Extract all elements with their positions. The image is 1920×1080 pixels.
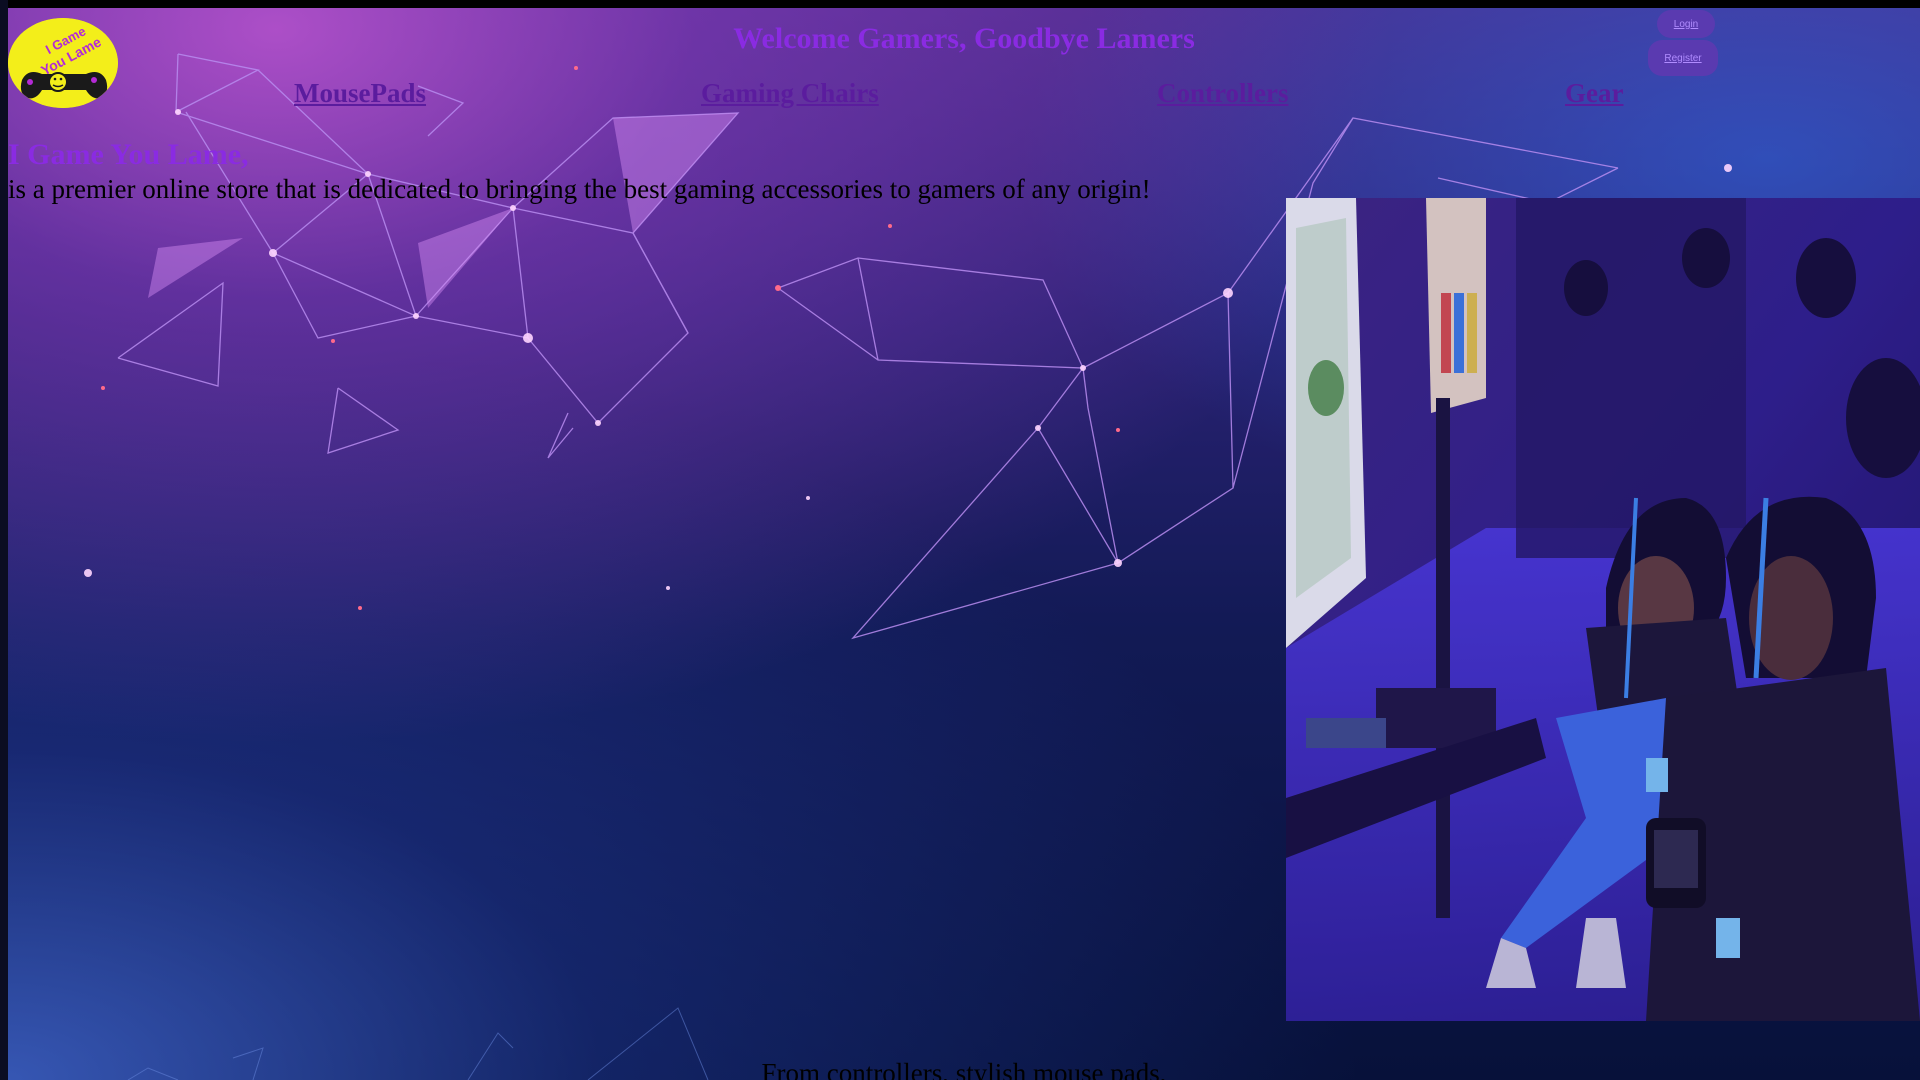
window-left-edge	[0, 0, 8, 1080]
intro-heading: I Game You Lame,	[8, 138, 249, 171]
nav-link-gaming-chairs[interactable]: Gaming Chairs	[701, 78, 879, 109]
register-button[interactable]: Register	[1648, 40, 1718, 76]
login-button[interactable]: Login	[1657, 10, 1715, 38]
gamers-photo	[1286, 198, 1920, 1021]
intro-paragraph: is a premier online store that is dedica…	[8, 174, 1151, 204]
page-title: Welcome Gamers, Goodbye Lamers	[733, 22, 1195, 55]
page-background: I Game You Lame Welcome Gamers, Goodbye …	[8, 8, 1920, 1080]
window-top-edge	[0, 0, 1920, 8]
bottom-paragraph: From controllers, stylish mouse pads,	[761, 1058, 1167, 1080]
nav-link-gear[interactable]: Gear	[1565, 78, 1623, 109]
nav-link-controllers[interactable]: Controllers	[1157, 78, 1288, 109]
nav-link-mousepads[interactable]: MousePads	[294, 78, 426, 109]
main-navigation: MousePads Gaming Chairs Controllers Gear	[8, 78, 1920, 118]
